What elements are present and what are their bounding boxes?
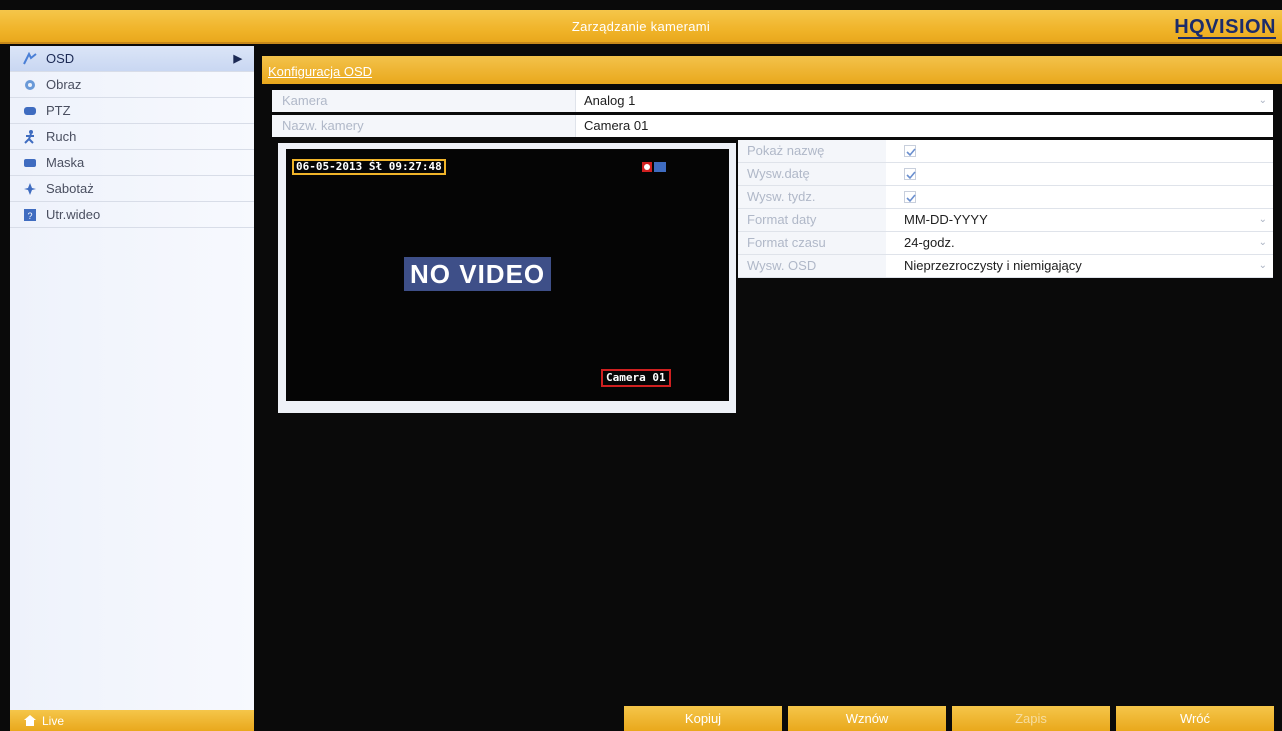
osd-mode-row: Wysw. OSD Nieprzezroczysty i niemigający… [738, 255, 1273, 278]
date-format-label: Format daty [738, 209, 886, 231]
apply-button[interactable]: Zapis [952, 706, 1110, 731]
sidebar-item-ptz[interactable]: PTZ [10, 98, 254, 124]
sidebar-item-maska[interactable]: Maska [10, 150, 254, 176]
sidebar-item-label: Sabotaż [46, 181, 94, 196]
image-icon [18, 72, 42, 98]
show-week-value [886, 186, 1273, 208]
ptz-icon [18, 98, 42, 124]
section-title[interactable]: Konfiguracja OSD [268, 64, 372, 79]
chevron-down-icon: ⌄ [1258, 237, 1267, 248]
show-date-checkbox[interactable] [904, 167, 916, 180]
sidebar-item-utr-wideo[interactable]: ? Utr.wideo [10, 202, 254, 228]
date-format-row: Format daty MM-DD-YYYY ⌄ [738, 209, 1273, 232]
tamper-icon [18, 176, 42, 202]
date-format-select[interactable]: MM-DD-YYYY ⌄ [886, 209, 1273, 231]
sidebar-item-sabotaz[interactable]: Sabotaż [10, 176, 254, 202]
show-week-row: Wysw. tydz. [738, 186, 1273, 209]
camera-name-field[interactable]: Camera 01 [576, 115, 1273, 137]
camera-label: Kamera [272, 90, 576, 112]
live-button-label: Live [42, 713, 65, 728]
chevron-down-icon: ⌄ [1258, 214, 1267, 225]
brand-logo-underline [1178, 37, 1276, 39]
chevron-down-icon: ⌄ [1258, 95, 1267, 106]
sidebar-item-ruch[interactable]: Ruch [10, 124, 254, 150]
home-icon [24, 715, 36, 726]
osd-mode-select[interactable]: Nieprzezroczysty i niemigający ⌄ [886, 255, 1273, 277]
chevron-right-icon: ▶ [233, 53, 242, 65]
show-date-value [886, 163, 1273, 185]
sidebar-item-osd[interactable]: OSD ▶ [10, 46, 254, 72]
show-date-label: Wysw.datę [738, 163, 886, 185]
restore-button[interactable]: Wznów [788, 706, 946, 731]
chevron-down-icon: ⌄ [1258, 260, 1267, 271]
show-name-label: Pokaż nazwę [738, 140, 886, 162]
video-preview: 06-05-2013 Śł 09:27:48 NO VIDEO Camera 0… [286, 149, 729, 401]
brand-logo: HQVISION [1174, 16, 1276, 38]
no-video-banner: NO VIDEO [404, 257, 552, 291]
section-header: Konfiguracja OSD [262, 56, 1282, 84]
osd-timestamp[interactable]: 06-05-2013 Śł 09:27:48 [292, 159, 446, 175]
camera-select-row: Kamera Analog 1 ⌄ [272, 90, 1273, 112]
show-name-value [886, 140, 1273, 162]
video-loss-icon: ? [18, 202, 42, 228]
back-button[interactable]: Wróć [1116, 706, 1274, 731]
show-week-checkbox[interactable] [904, 190, 916, 203]
show-date-row: Wysw.datę [738, 163, 1273, 186]
svg-text:?: ? [27, 211, 32, 221]
mask-icon [18, 150, 42, 176]
sidebar-item-label: Obraz [46, 77, 82, 92]
title-bar: Zarządzanie kamerami HQVISION [0, 10, 1282, 44]
sidebar-item-obraz[interactable]: Obraz [10, 72, 254, 98]
sidebar-item-label: Utr.wideo [46, 207, 101, 222]
sidebar-item-label: Maska [46, 155, 85, 170]
osd-icon [18, 46, 42, 72]
date-format-value: MM-DD-YYYY [904, 212, 988, 227]
dvr-screen: Zarządzanie kamerami HQVISION OSD ▶ Obra… [0, 0, 1282, 731]
copy-button[interactable]: Kopiuj [624, 706, 782, 731]
camera-name-row: Nazw. kamery Camera 01 [272, 115, 1273, 137]
sidebar-item-label: Ruch [46, 129, 77, 144]
record-status-icon [642, 161, 668, 173]
time-format-select[interactable]: 24-godz. ⌄ [886, 232, 1273, 254]
time-format-label: Format czasu [738, 232, 886, 254]
time-format-row: Format czasu 24-godz. ⌄ [738, 232, 1273, 255]
show-name-row: Pokaż nazwę [738, 140, 1273, 163]
live-button[interactable]: Live [10, 710, 254, 731]
preview-frame: 06-05-2013 Śł 09:27:48 NO VIDEO Camera 0… [278, 143, 736, 413]
camera-select[interactable]: Analog 1 ⌄ [576, 90, 1273, 112]
motion-icon [18, 124, 42, 150]
show-week-label: Wysw. tydz. [738, 186, 886, 208]
time-format-value: 24-godz. [904, 235, 955, 250]
sidebar-item-label: OSD [46, 51, 75, 66]
show-name-checkbox[interactable] [904, 144, 916, 157]
camera-name-label: Nazw. kamery [272, 115, 576, 137]
window-title: Zarządzanie kamerami [571, 19, 711, 34]
sidebar-item-label: PTZ [46, 103, 71, 118]
osd-camera-name[interactable]: Camera 01 [601, 369, 671, 387]
camera-select-value: Analog 1 [584, 93, 636, 108]
osd-mode-label: Wysw. OSD [738, 255, 886, 277]
sidebar: OSD ▶ Obraz PTZ Ruch Maska Sabotaż ? Utr… [10, 46, 254, 710]
osd-mode-value: Nieprzezroczysty i niemigający [904, 258, 1082, 273]
main-panel: Konfiguracja OSD Kamera Analog 1 ⌄ Nazw.… [262, 46, 1282, 731]
